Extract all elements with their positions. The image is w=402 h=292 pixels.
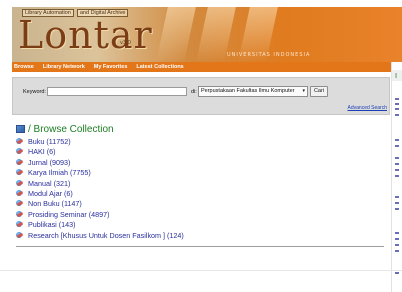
globe-book-icon: [16, 158, 24, 166]
collection-item-label: Modul Ajar (6): [28, 188, 73, 198]
browse-collection-heading: / Browse Collection: [16, 124, 114, 135]
collection-list: Buku (11752) HAKI (6) Jurnal (9093) Kary…: [16, 137, 386, 241]
main-nav: Browse Library Network My Favorites Late…: [12, 62, 402, 72]
collection-item-manual[interactable]: Manual (321): [16, 179, 386, 189]
version-label: v3.0: [120, 40, 131, 46]
globe-book-icon: [16, 210, 24, 218]
collection-item-research[interactable]: Research [Khusus Untuk Dosen Fasilkom ] …: [16, 231, 386, 241]
advanced-search-link[interactable]: Advanced Search: [348, 105, 387, 111]
right-sidebar-link[interactable]: [395, 232, 399, 234]
globe-book-icon: [16, 179, 24, 187]
banner-decoration: [156, 7, 196, 62]
collection-item-label: Karya Ilmiah (7755): [28, 168, 91, 178]
collection-item-non-buku[interactable]: Non Buku (1147): [16, 199, 386, 209]
right-sidebar-link[interactable]: [395, 250, 399, 252]
header-banner: Library Automation and Digital Archive Lo…: [12, 7, 402, 62]
right-sidebar-link[interactable]: [395, 238, 399, 240]
right-sidebar-link[interactable]: [395, 244, 399, 246]
right-sidebar-link[interactable]: [395, 163, 399, 165]
globe-book-icon: [16, 189, 24, 197]
right-sidebar-link[interactable]: [395, 208, 399, 210]
collection-item-label: Prosiding Seminar (4897): [28, 209, 110, 219]
right-sidebar-title: I: [395, 72, 398, 80]
location-label: di:: [191, 89, 197, 95]
globe-book-icon: [16, 231, 24, 239]
location-select[interactable]: Perpustakaan Fakultas Ilmu Komputer ▾: [198, 86, 308, 97]
site-logo[interactable]: Lontar: [18, 15, 153, 55]
nav-item-latest-collections[interactable]: Latest Collections: [136, 62, 183, 72]
page-frame: Library Automation and Digital Archive Lo…: [0, 0, 402, 292]
right-sidebar-link[interactable]: [395, 145, 399, 147]
right-sidebar-link[interactable]: [395, 175, 399, 177]
collection-item-prosiding-seminar[interactable]: Prosiding Seminar (4897): [16, 210, 386, 220]
nav-item-browse[interactable]: Browse: [14, 62, 34, 72]
right-sidebar-link[interactable]: [395, 169, 399, 171]
globe-book-icon: [16, 148, 24, 155]
collection-item-karya-ilmiah[interactable]: Karya Ilmiah (7755): [16, 168, 386, 178]
right-sidebar-link[interactable]: [395, 196, 399, 198]
keyword-input[interactable]: [47, 87, 187, 96]
page-bottom-border: [0, 270, 402, 271]
collection-item-jurnal[interactable]: Jurnal (9093): [16, 158, 386, 168]
nav-item-library-network[interactable]: Library Network: [43, 62, 85, 72]
collection-item-haki[interactable]: HAKI (6): [16, 147, 386, 157]
right-sidebar: I: [391, 62, 402, 292]
right-sidebar-link[interactable]: [395, 114, 399, 116]
keyword-label: Keyword:: [23, 89, 46, 95]
right-sidebar-link[interactable]: [395, 108, 399, 110]
collection-item-modul-ajar[interactable]: Modul Ajar (6): [16, 189, 386, 199]
chevron-down-icon: ▾: [302, 88, 305, 94]
globe-book-icon: [16, 221, 24, 228]
right-sidebar-link[interactable]: [395, 103, 399, 105]
collection-item-label: Manual (321): [28, 178, 71, 188]
right-sidebar-link[interactable]: [395, 202, 399, 204]
browse-collection-title: / Browse Collection: [28, 124, 114, 135]
content-divider: [16, 246, 384, 247]
globe-book-icon: [16, 200, 24, 207]
collection-item-label: Buku (11752): [28, 137, 71, 146]
collection-item-label: Non Buku (1147): [28, 199, 82, 209]
search-button[interactable]: Cari: [310, 86, 328, 97]
collection-item-label: Research [Khusus Untuk Dosen Fasilkom ] …: [28, 230, 184, 240]
right-sidebar-link[interactable]: [395, 272, 399, 274]
nav-item-my-favorites[interactable]: My Favorites: [94, 62, 128, 72]
university-label: UNIVERSITAS INDONESIA: [227, 52, 311, 58]
collection-item-label: Publikasi (143): [28, 220, 76, 230]
collection-item-publikasi[interactable]: Publikasi (143): [16, 220, 386, 230]
collection-item-buku[interactable]: Buku (11752): [16, 137, 386, 147]
collection-icon: [16, 125, 25, 133]
location-select-value: Perpustakaan Fakultas Ilmu Komputer: [201, 88, 295, 94]
search-panel: Keyword: di: Perpustakaan Fakultas Ilmu …: [12, 77, 390, 115]
globe-book-icon: [16, 138, 24, 145]
right-sidebar-link[interactable]: [395, 157, 399, 159]
collection-item-label: Jurnal (9093): [28, 157, 71, 167]
right-sidebar-link[interactable]: [395, 98, 399, 100]
collection-item-label: HAKI (6): [28, 147, 56, 157]
right-sidebar-link[interactable]: [395, 139, 399, 141]
globe-book-icon: [16, 169, 24, 176]
